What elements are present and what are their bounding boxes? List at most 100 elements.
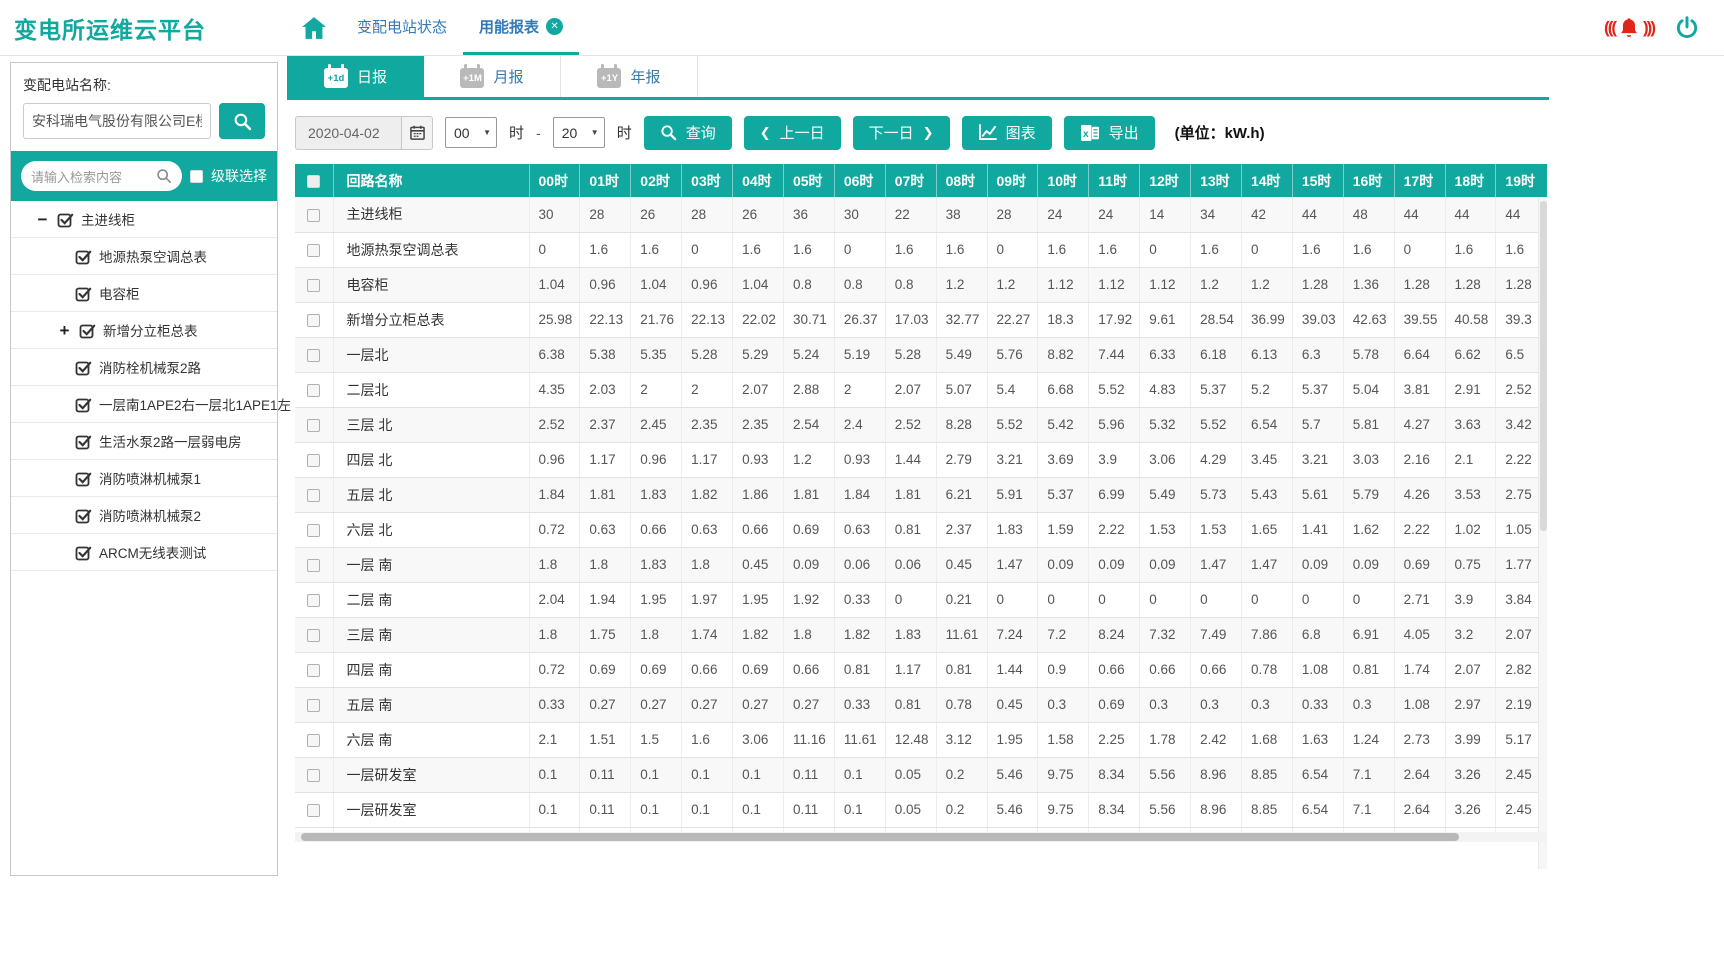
value-cell: 1.2: [1190, 267, 1242, 303]
value-cell: 0.8: [834, 267, 886, 303]
horizontal-scrollbar-thumb[interactable]: [301, 833, 1459, 841]
alarm-bell-button[interactable]: ((( ))): [1604, 15, 1656, 41]
next-day-button[interactable]: 下一日 ❯: [852, 115, 950, 150]
tree-search-input[interactable]: 请输入检索内容: [21, 161, 182, 191]
value-cell: 5.37: [1037, 477, 1090, 513]
row-checkbox[interactable]: [307, 803, 321, 817]
close-tab-icon[interactable]: ✕: [546, 17, 564, 35]
expand-icon[interactable]: +: [57, 322, 72, 339]
excel-icon: x: [1080, 124, 1099, 141]
select-all-checkbox[interactable]: [307, 175, 321, 189]
tab-monthly-report[interactable]: +1M 月报: [424, 56, 561, 97]
value-cell: 1.59: [1037, 512, 1090, 548]
value-cell: 3.53: [1445, 477, 1497, 513]
tree-item[interactable]: 消防喷淋机械泵2: [11, 497, 277, 534]
row-checkbox[interactable]: [307, 278, 321, 292]
export-button[interactable]: x 导出: [1063, 115, 1155, 150]
nav-item-station-status[interactable]: 变配电站状态: [341, 0, 463, 55]
row-checkbox[interactable]: [307, 488, 321, 502]
vertical-scrollbar-thumb[interactable]: [1540, 201, 1547, 531]
home-button[interactable]: [287, 0, 341, 55]
value-cell: 7.1: [1343, 792, 1395, 828]
value-cell: 8.85: [1241, 792, 1293, 828]
value-cell: 6.99: [1088, 477, 1141, 513]
station-name-input[interactable]: [23, 103, 211, 139]
row-checkbox[interactable]: [307, 348, 321, 362]
row-checkbox[interactable]: [307, 593, 321, 607]
prev-day-button[interactable]: ❮ 上一日: [743, 115, 841, 150]
tree-item[interactable]: 电容柜: [11, 275, 277, 312]
station-search-button[interactable]: [219, 103, 265, 139]
value-cell: 5.81: [1343, 407, 1395, 443]
tab-daily-report[interactable]: +1d 日报: [287, 56, 424, 97]
value-cell: 5.2: [1241, 372, 1293, 408]
value-cell: 0.09: [1292, 547, 1344, 583]
table-row: 三层 北 2.52 2.37 2.45 2.35 2.35 2.54 2.4 2.52 8.28 5…: [295, 407, 1547, 443]
table-body: 主进线柜 30 28 26 28 26 36 30 22 38 28 24 24 14 34 42 44 48 44…: [295, 197, 1547, 832]
value-cell: 28: [987, 197, 1039, 233]
cascade-checkbox[interactable]: [190, 169, 203, 183]
value-cell: 1.04: [529, 267, 581, 303]
tree-item[interactable]: 消防栓机械泵2路: [11, 349, 277, 386]
circuit-name-cell: 一层研发室: [333, 757, 530, 793]
row-checkbox[interactable]: [307, 733, 321, 747]
tree-item[interactable]: + 新增分立柜总表: [11, 312, 277, 349]
value-cell: 2.16: [1394, 442, 1446, 478]
row-checkbox[interactable]: [307, 768, 321, 782]
row-checkbox[interactable]: [307, 628, 321, 642]
tab-label: 日报: [356, 69, 387, 86]
value-cell: 0.11: [579, 792, 632, 828]
row-checkbox[interactable]: [307, 523, 321, 537]
vertical-scrollbar[interactable]: [1538, 198, 1547, 869]
calendar-button[interactable]: [401, 115, 433, 150]
value-cell: 1.62: [1343, 512, 1395, 548]
value-cell: 39.03: [1292, 302, 1344, 338]
hour-start-value: 00: [454, 124, 470, 141]
value-cell: 2.4: [834, 407, 886, 443]
tree-item[interactable]: − 主进线柜: [11, 201, 277, 238]
value-cell: 0.1: [529, 757, 581, 793]
search-icon: [234, 113, 251, 130]
value-cell: 22.27: [987, 302, 1039, 338]
value-cell: 22: [885, 197, 937, 233]
row-checkbox[interactable]: [307, 418, 321, 432]
hour-start-select[interactable]: 00 ▼: [445, 117, 497, 148]
value-cell: 5.28: [681, 337, 734, 373]
row-checkbox[interactable]: [307, 208, 321, 222]
horizontal-scrollbar[interactable]: [295, 832, 1547, 842]
value-cell: 0: [529, 232, 581, 268]
value-cell: 2.35: [732, 407, 784, 443]
tree-item[interactable]: ARCM无线表测试: [11, 534, 277, 571]
tree-item[interactable]: 地源热泵空调总表: [11, 238, 277, 275]
tree-item[interactable]: 一层南1APE2右一层北1APE1左: [11, 386, 291, 423]
value-cell: 2.54: [783, 407, 835, 443]
tree-item[interactable]: 生活水泵2路一层弱电房: [11, 423, 277, 460]
tab-yearly-report[interactable]: +1Y 年报: [561, 56, 698, 97]
value-cell: 0.72: [529, 652, 581, 688]
value-cell: 1.6: [630, 232, 683, 268]
collapse-icon[interactable]: −: [35, 211, 50, 228]
row-checkbox[interactable]: [307, 313, 321, 327]
value-cell: 0.63: [579, 512, 632, 548]
power-button[interactable]: [1674, 15, 1700, 41]
chevron-right-icon: ❯: [922, 124, 934, 140]
value-cell: 2.64: [1394, 792, 1446, 828]
circuit-name-cell: 四层 南: [333, 652, 530, 688]
row-checkbox[interactable]: [307, 698, 321, 712]
value-cell: 3.9: [1445, 582, 1497, 618]
row-checkbox[interactable]: [307, 453, 321, 467]
value-cell: 1.17: [579, 442, 632, 478]
row-checkbox[interactable]: [307, 558, 321, 572]
query-button[interactable]: 查询: [643, 115, 732, 150]
row-checkbox[interactable]: [307, 663, 321, 677]
value-cell: 5.73: [1190, 477, 1242, 513]
row-checkbox[interactable]: [307, 243, 321, 257]
row-checkbox[interactable]: [307, 383, 321, 397]
hour-end-select[interactable]: 20 ▼: [552, 117, 605, 148]
nav-item-energy-report[interactable]: 用能报表 ✕: [463, 0, 580, 55]
chart-button[interactable]: 图表: [961, 115, 1052, 150]
table-row: 六层 南 2.1 1.51 1.5 1.6 3.06 11.16 11.61 12.48 3.12…: [295, 722, 1547, 758]
tree-item[interactable]: 消防喷淋机械泵1: [11, 460, 277, 497]
date-input[interactable]: 2020-04-02: [295, 115, 401, 150]
table-row: 五层 北 1.84 1.81 1.83 1.82 1.86 1.81 1.84 1.81 6.21…: [295, 477, 1547, 513]
